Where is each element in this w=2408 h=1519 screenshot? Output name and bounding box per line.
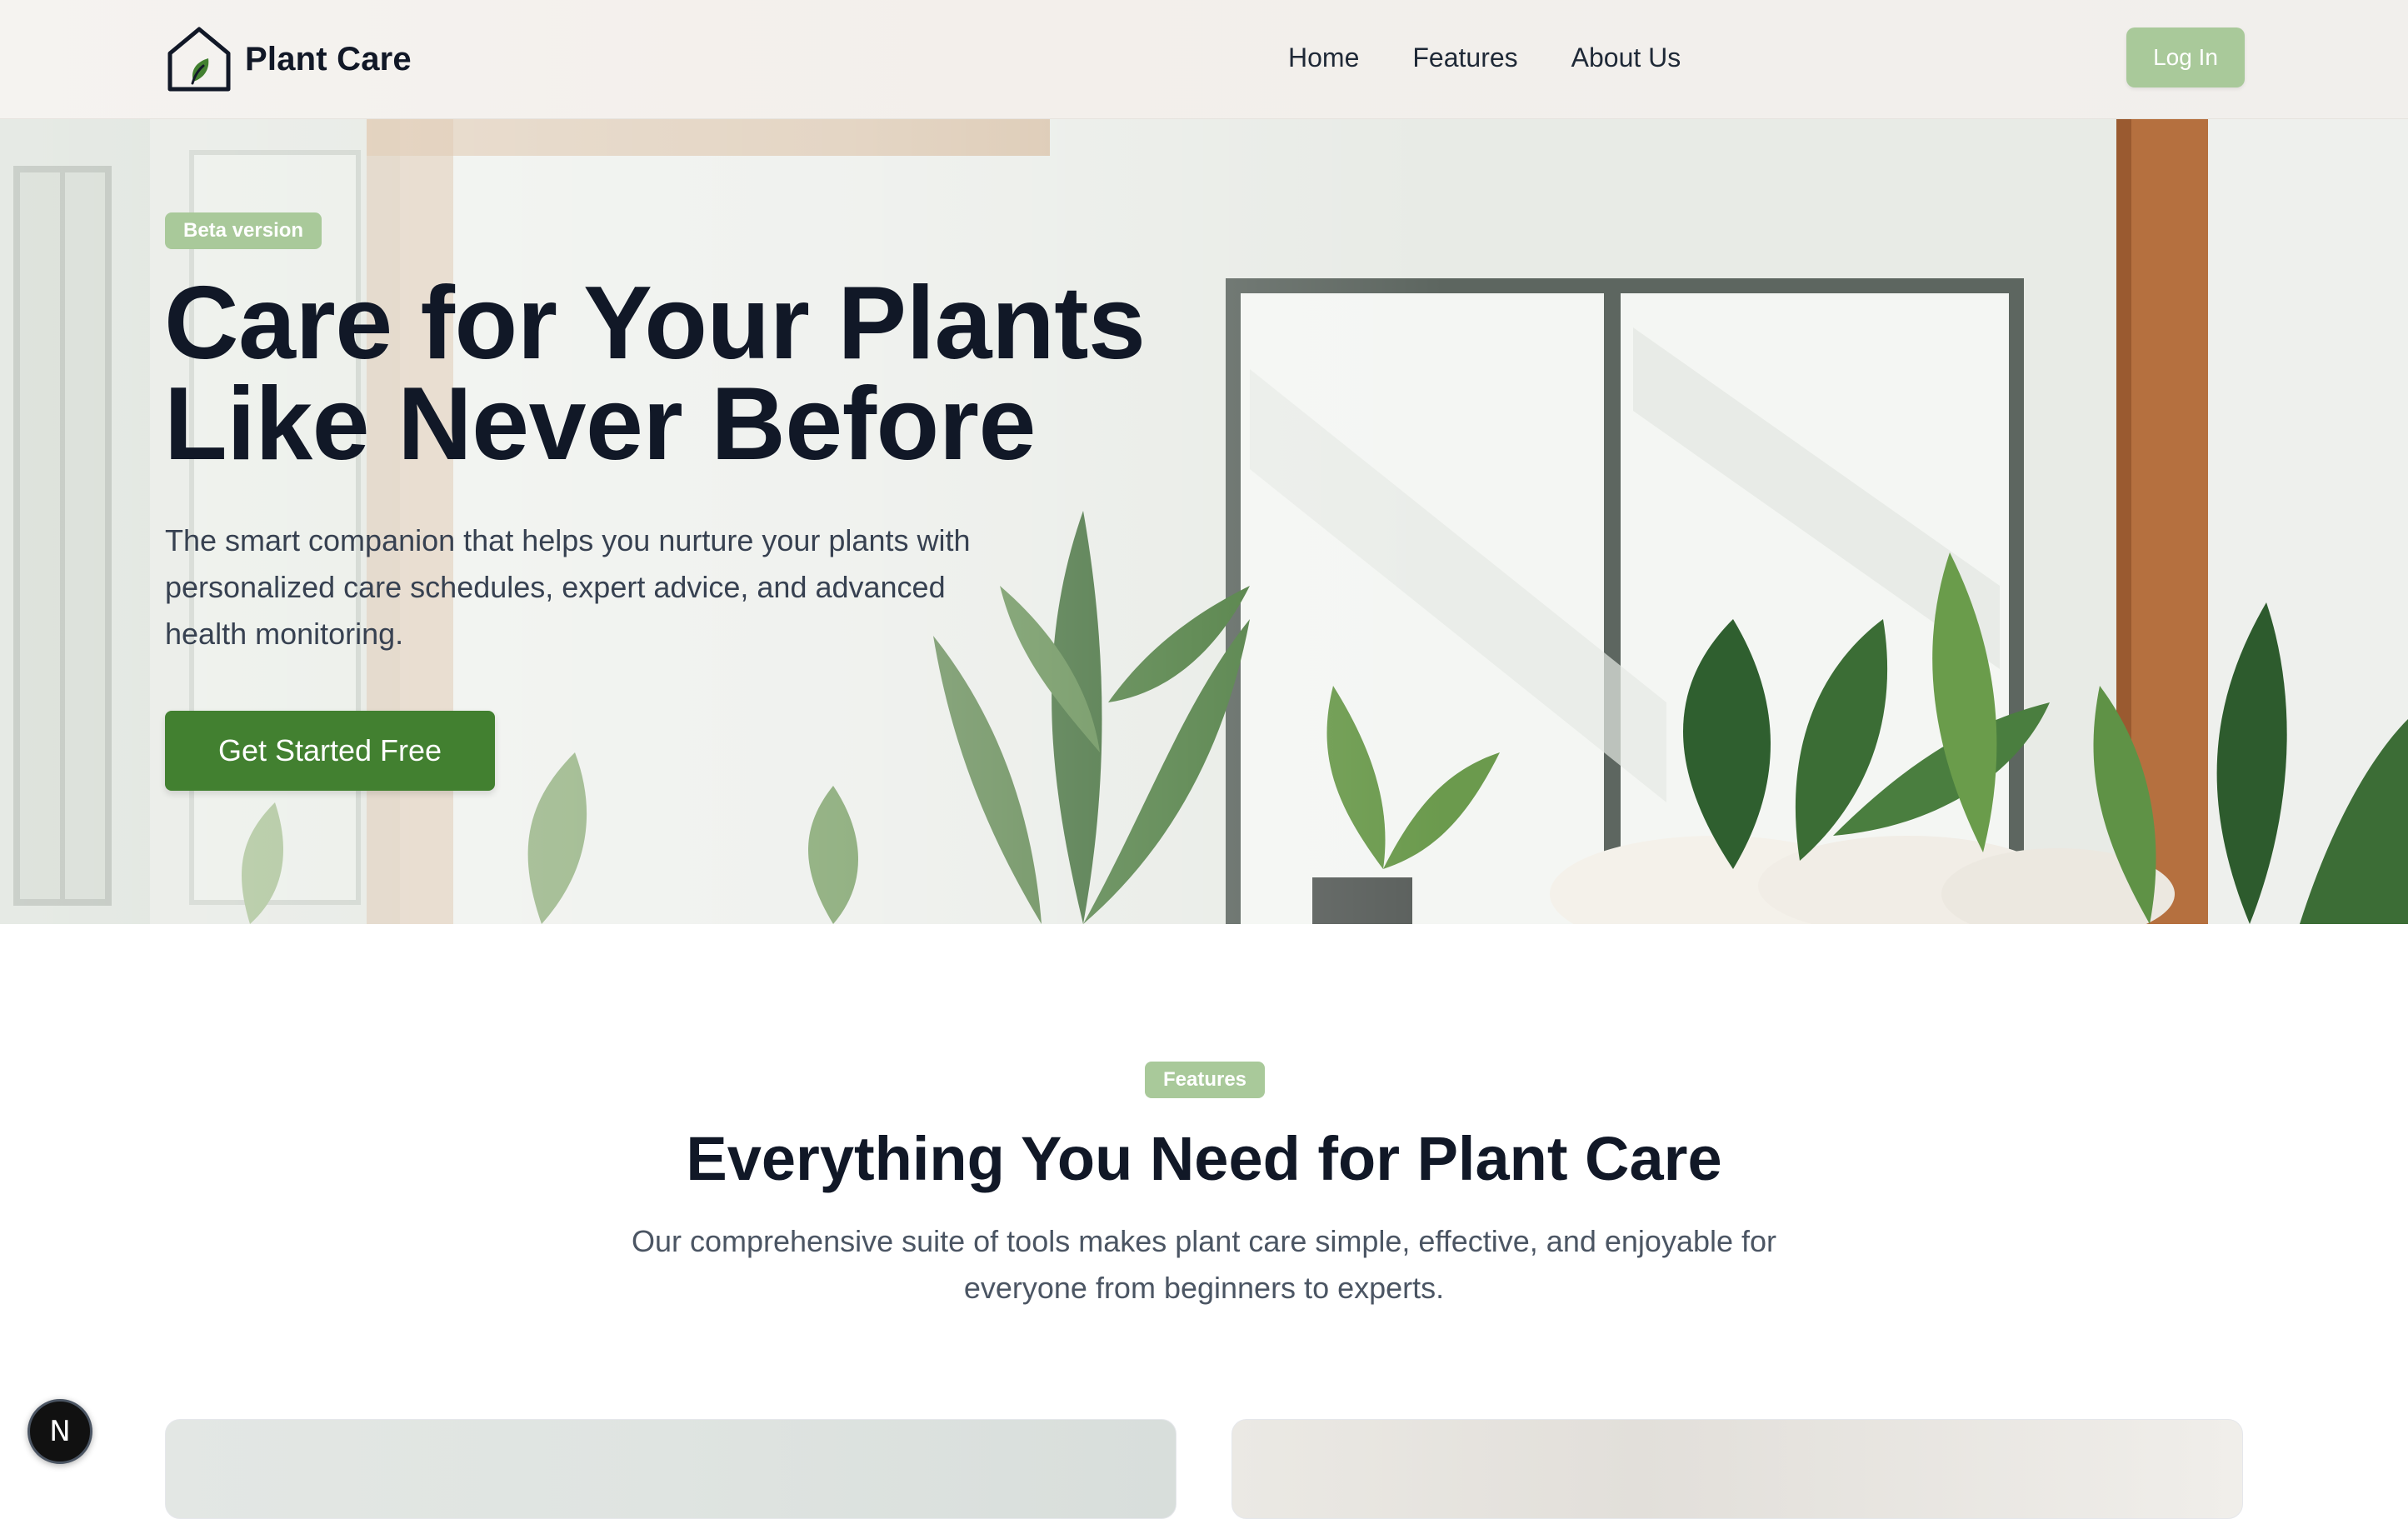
hero-subtitle: The smart companion that helps you nurtu… xyxy=(165,523,971,651)
get-started-button[interactable]: Get Started Free xyxy=(165,711,495,791)
brand-logo[interactable]: Plant Care xyxy=(165,25,412,93)
hero-title-line-1: Care for Your Plants xyxy=(164,266,1146,381)
brand-name: Plant Care xyxy=(245,40,412,77)
site-header: Plant Care Home Features About Us Log In xyxy=(0,0,2408,119)
house-leaf-icon xyxy=(167,27,231,92)
nav-link-home[interactable]: Home xyxy=(1288,40,1359,75)
hero-title: Care for Your Plants Like Never Before xyxy=(164,272,1247,476)
main-nav: Home Features About Us xyxy=(1288,40,1734,75)
feature-card[interactable] xyxy=(1231,1419,2243,1519)
nav-link-about-us[interactable]: About Us xyxy=(1571,40,1681,75)
hero-title-line-2: Like Never Before xyxy=(164,367,1036,482)
login-button[interactable]: Log In xyxy=(2126,27,2245,87)
features-badge: Features xyxy=(1145,1062,1265,1098)
features-title: Everything You Need for Plant Care xyxy=(686,1124,1722,1193)
feature-card[interactable] xyxy=(165,1419,1177,1519)
dev-tools-button[interactable]: N xyxy=(27,1399,92,1464)
nav-link-features[interactable]: Features xyxy=(1412,40,1517,75)
features-subtitle: Our comprehensive suite of tools makes p… xyxy=(631,1224,1777,1305)
beta-badge: Beta version xyxy=(165,212,322,249)
hero-section: Beta version Care for Your Plants Like N… xyxy=(0,119,2408,924)
dev-tools-glyph: N xyxy=(49,1415,71,1448)
